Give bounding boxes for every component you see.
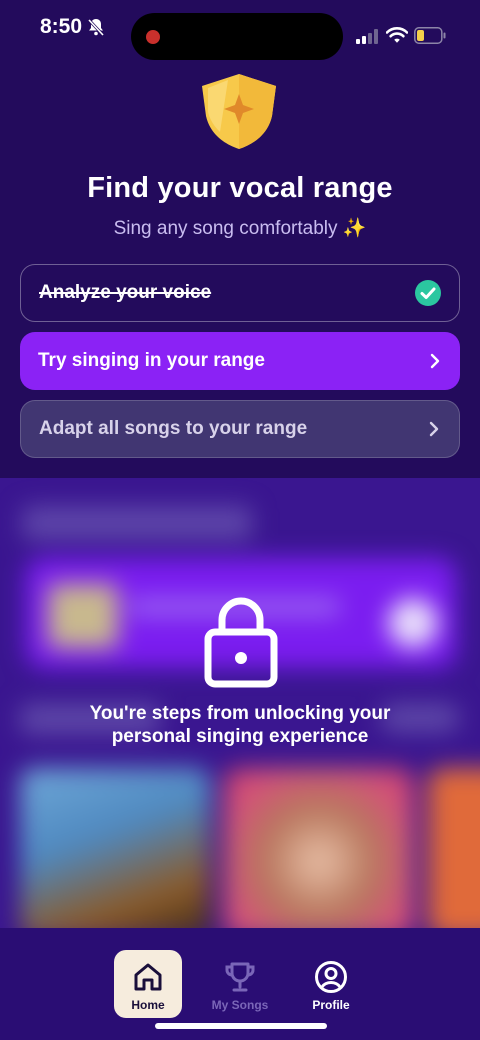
wifi-icon xyxy=(386,27,408,43)
check-circle-icon xyxy=(415,280,441,306)
step-label: Analyze your voice xyxy=(39,282,212,303)
home-indicator[interactable] xyxy=(155,1023,327,1029)
status-bar: 8:50 xyxy=(0,0,480,60)
home-icon xyxy=(134,963,162,991)
nav-label: My Songs xyxy=(211,998,269,1012)
step-label: Try singing in your range xyxy=(38,350,265,371)
person-circle-icon xyxy=(315,961,347,993)
chevron-right-icon xyxy=(430,353,440,369)
blurred-song-tile xyxy=(20,768,210,928)
blurred-heading xyxy=(22,506,252,540)
lock-icon xyxy=(204,597,278,688)
step-try-singing[interactable]: Try singing in your range xyxy=(20,332,460,390)
bell-muted-icon xyxy=(87,18,105,37)
step-label: Adapt all songs to your range xyxy=(39,418,308,439)
chevron-right-icon xyxy=(429,421,439,437)
nav-my-songs[interactable]: My Songs xyxy=(206,950,274,1018)
page-title: Find your vocal range xyxy=(87,172,393,204)
locked-content-area: You're steps from unlocking your persona… xyxy=(0,478,480,928)
nav-label: Profile xyxy=(312,998,350,1012)
page-subtitle: Sing any song comfortably ✨ xyxy=(113,218,367,239)
trophy-icon xyxy=(225,962,255,992)
blurred-play-button xyxy=(388,598,438,648)
signal-icon xyxy=(356,29,378,44)
nav-profile[interactable]: Profile xyxy=(297,950,365,1018)
status-time: 8:50 xyxy=(40,15,83,38)
step-adapt-songs[interactable]: Adapt all songs to your range xyxy=(20,400,460,458)
nav-label: Home xyxy=(131,998,165,1012)
unlock-message: You're steps from unlocking your persona… xyxy=(89,703,391,747)
step-analyze-voice[interactable]: Analyze your voice xyxy=(20,264,460,322)
dynamic-island xyxy=(131,13,343,60)
battery-low-icon xyxy=(414,27,446,44)
blurred-song-tile xyxy=(224,768,414,928)
blurred-thumbnail xyxy=(48,584,118,648)
blurred-song-tile xyxy=(428,768,480,928)
recording-indicator xyxy=(146,30,160,44)
nav-home[interactable]: Home xyxy=(114,950,182,1018)
shield-star-icon xyxy=(202,74,276,149)
